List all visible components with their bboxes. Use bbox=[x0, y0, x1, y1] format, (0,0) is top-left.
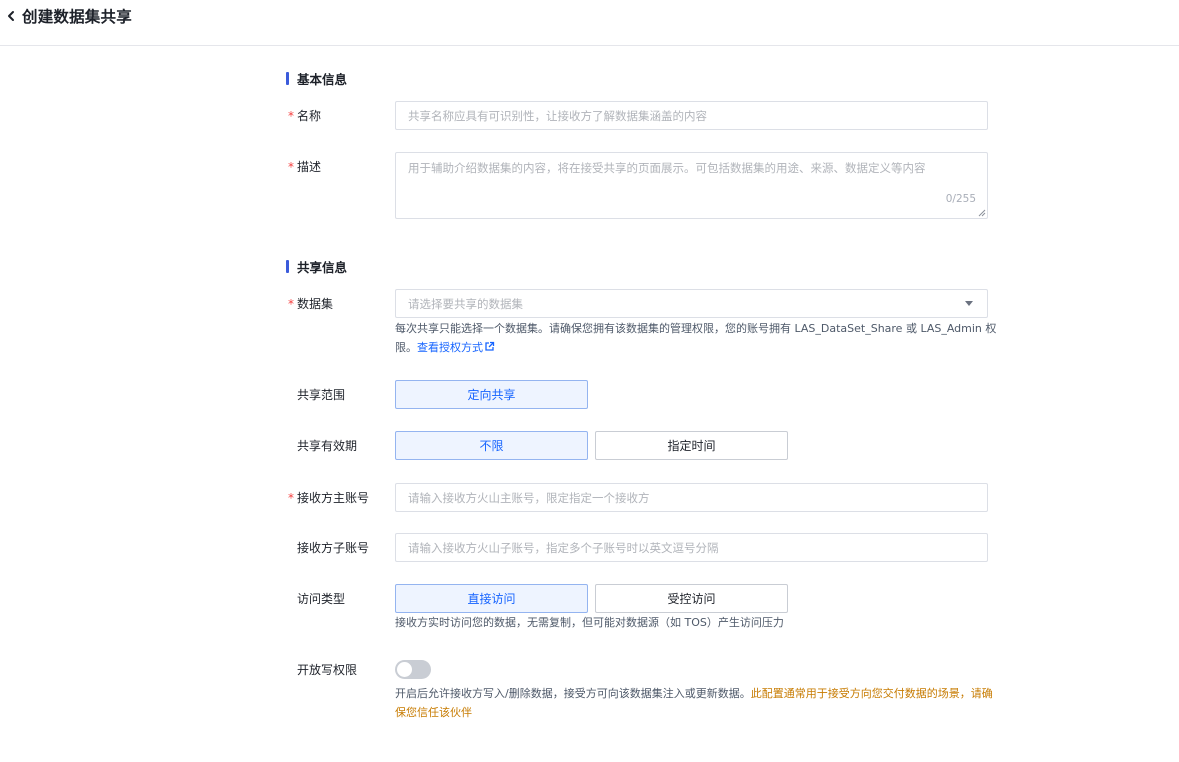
write-permission-hint: 开启后允许接收方写入/删除数据，接受方可向该数据集注入或更新数据。此配置通常用于… bbox=[395, 684, 993, 722]
view-auth-link[interactable]: 查看授权方式 bbox=[417, 341, 495, 354]
description-placeholder: 用于辅助介绍数据集的内容，将在接受共享的页面展示。可包括数据集的用途、来源、数据… bbox=[408, 161, 926, 175]
dataset-hint-line1: 每次共享只能选择一个数据集。请确保您拥有该数据集的管理权限，您的账号拥有 LAS… bbox=[395, 322, 997, 335]
main-account-label: * 接收方主账号 bbox=[288, 489, 369, 506]
toggle-knob bbox=[397, 662, 412, 677]
sub-account-input[interactable]: 请输入接收方火山子账号，指定多个子账号时以英文逗号分隔 bbox=[395, 533, 988, 562]
sub-account-placeholder: 请输入接收方火山子账号，指定多个子账号时以英文逗号分隔 bbox=[408, 540, 719, 555]
main-account-input[interactable]: 请输入接收方火山主账号，限定指定一个接收方 bbox=[395, 483, 988, 512]
name-placeholder: 共享名称应具有可识别性，让接收方了解数据集涵盖的内容 bbox=[408, 108, 707, 123]
section-basic-title: 基本信息 bbox=[297, 72, 348, 87]
name-input[interactable]: 共享名称应具有可识别性，让接收方了解数据集涵盖的内容 bbox=[395, 101, 988, 130]
dataset-hint: 每次共享只能选择一个数据集。请确保您拥有该数据集的管理权限，您的账号拥有 LAS… bbox=[395, 319, 996, 357]
page-header: 创建数据集共享 bbox=[0, 0, 1179, 46]
sub-account-label: 接收方子账号 bbox=[297, 541, 370, 555]
access-type-hint: 接收方实时访问您的数据，无需复制，但可能对数据源（如 TOS）产生访问压力 bbox=[395, 616, 784, 629]
name-label-text: 名称 bbox=[297, 109, 322, 123]
resize-grip-icon[interactable] bbox=[978, 209, 986, 217]
main-account-placeholder: 请输入接收方火山主账号，限定指定一个接收方 bbox=[408, 490, 650, 505]
description-textarea[interactable]: 用于辅助介绍数据集的内容，将在接受共享的页面展示。可包括数据集的用途、来源、数据… bbox=[395, 152, 988, 219]
page-title: 创建数据集共享 bbox=[22, 8, 132, 26]
section-share-info: 共享信息 bbox=[286, 257, 347, 276]
write-hint-warning-line2: 保您信任该伙伴 bbox=[395, 706, 472, 719]
description-char-counter: 0/255 bbox=[945, 193, 976, 205]
required-asterisk-icon: * bbox=[288, 108, 294, 123]
section-bar bbox=[286, 260, 289, 273]
write-permission-hint-line1: 开启后允许接收方写入/删除数据，接受方可向该数据集注入或更新数据。此配置通常用于… bbox=[395, 684, 993, 703]
validity-label: 共享有效期 bbox=[297, 439, 358, 453]
section-basic-info: 基本信息 bbox=[286, 69, 347, 88]
dataset-select[interactable]: 请选择要共享的数据集 bbox=[395, 289, 988, 318]
write-permission-label: 开放写权限 bbox=[297, 663, 358, 677]
description-label: * 描述 bbox=[288, 158, 321, 175]
section-bar bbox=[286, 72, 289, 85]
validity-option-unlimited[interactable]: 不限 bbox=[395, 431, 588, 460]
dataset-hint-line2-wrap: 限。查看授权方式 bbox=[395, 338, 996, 357]
required-asterisk-icon: * bbox=[288, 296, 294, 311]
external-link-icon bbox=[485, 341, 495, 351]
section-share-title: 共享信息 bbox=[297, 260, 348, 275]
view-auth-link-text: 查看授权方式 bbox=[417, 341, 483, 354]
scope-option-targeted[interactable]: 定向共享 bbox=[395, 380, 588, 409]
caret-down-icon bbox=[965, 301, 973, 306]
scope-label: 共享范围 bbox=[297, 388, 346, 402]
write-hint-normal: 开启后允许接收方写入/删除数据，接受方可向该数据集注入或更新数据。 bbox=[395, 687, 751, 700]
access-option-direct[interactable]: 直接访问 bbox=[395, 584, 588, 613]
description-label-text: 描述 bbox=[297, 160, 322, 174]
dataset-label-text: 数据集 bbox=[297, 297, 334, 311]
main-account-label-text: 接收方主账号 bbox=[297, 491, 370, 505]
chevron-left-icon[interactable] bbox=[4, 7, 18, 25]
dataset-placeholder: 请选择要共享的数据集 bbox=[408, 296, 523, 311]
required-asterisk-icon: * bbox=[288, 490, 294, 505]
validity-option-specified-time[interactable]: 指定时间 bbox=[595, 431, 788, 460]
dataset-label: * 数据集 bbox=[288, 295, 333, 312]
write-hint-warning: 此配置通常用于接受方向您交付数据的场景，请确 bbox=[750, 687, 993, 700]
access-type-label: 访问类型 bbox=[297, 592, 346, 606]
required-asterisk-icon: * bbox=[288, 159, 294, 174]
access-option-controlled[interactable]: 受控访问 bbox=[595, 584, 788, 613]
name-label: * 名称 bbox=[288, 107, 321, 124]
write-permission-toggle[interactable] bbox=[395, 660, 431, 679]
dataset-hint-line2: 限。 bbox=[395, 341, 417, 354]
